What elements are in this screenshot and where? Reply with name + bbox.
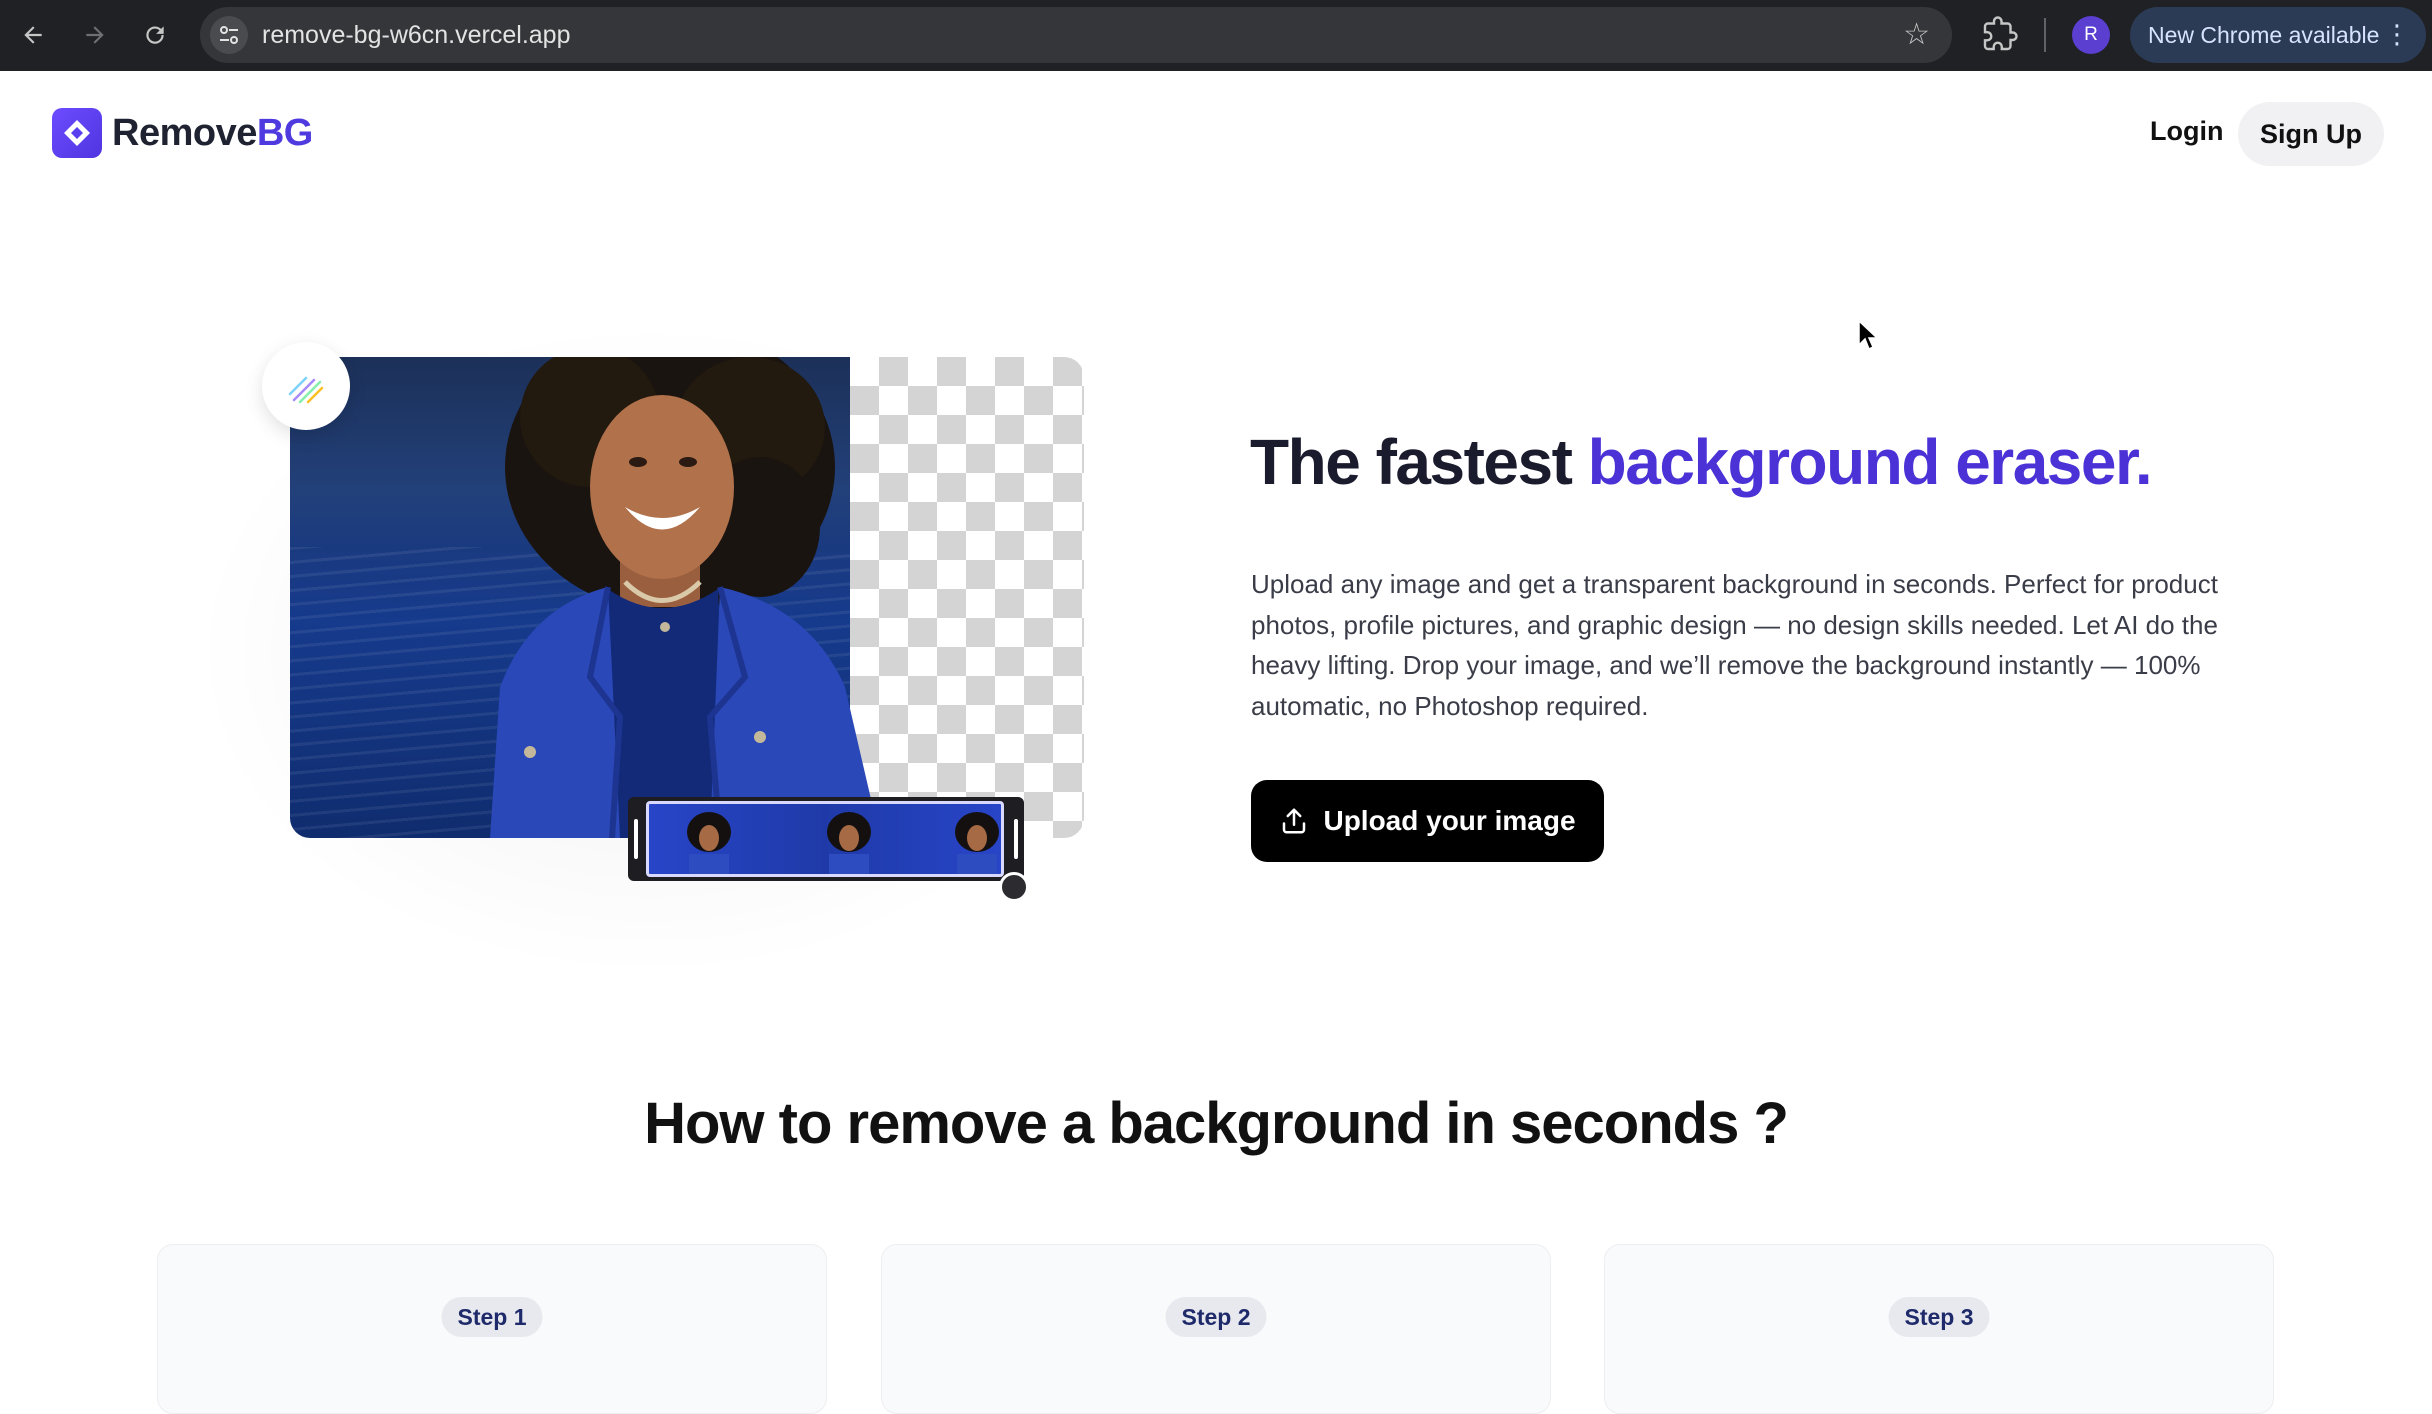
toolbar-divider	[2044, 18, 2046, 52]
hero-title-main: The fastest	[1250, 426, 1588, 498]
mouse-cursor-icon	[1858, 320, 1879, 351]
frame-thumbnail	[955, 812, 999, 874]
chrome-update-button[interactable]: New Chrome available ⋮	[2130, 7, 2426, 63]
timeline-handle-right	[1014, 819, 1018, 859]
extensions-icon[interactable]	[1982, 16, 2018, 57]
timeline-scrubber	[999, 872, 1029, 902]
timeline-frames	[646, 801, 1004, 877]
magic-wand-badge-icon	[262, 342, 350, 430]
hero-demo-image	[290, 357, 1084, 838]
more-vert-icon[interactable]: ⋮	[2384, 19, 2410, 50]
brand-part-bg: BG	[256, 112, 314, 154]
upload-image-button[interactable]: Upload your image	[1251, 780, 1604, 862]
step-card-1: Step 1	[157, 1244, 827, 1414]
frame-thumbnail	[687, 812, 731, 874]
hero-title: The fastest background eraser.	[1250, 424, 2153, 500]
brand-part-remove: Remove	[112, 112, 257, 154]
site-settings-icon[interactable]	[210, 16, 248, 54]
browser-toolbar: remove-bg-w6cn.vercel.app ☆ R New Chrome…	[0, 0, 2432, 71]
update-label: New Chrome available	[2148, 21, 2380, 48]
brand-wordmark[interactable]: RemoveBG	[112, 108, 313, 158]
timeline-handle-left	[634, 819, 638, 859]
frame-thumbnail	[827, 812, 871, 874]
hero-title-highlight: background eraser.	[1587, 426, 2153, 498]
smiling-woman-illustration	[490, 357, 880, 838]
forward-arrow-icon[interactable]	[74, 14, 116, 56]
step-card-2: Step 2	[881, 1244, 1551, 1414]
step-badge: Step 2	[1165, 1297, 1267, 1337]
signup-button[interactable]: Sign Up	[2238, 102, 2384, 166]
back-arrow-icon[interactable]	[12, 14, 54, 56]
address-bar[interactable]: remove-bg-w6cn.vercel.app ☆	[200, 7, 1952, 63]
upload-button-label: Upload your image	[1323, 805, 1576, 836]
login-link[interactable]: Login	[2150, 116, 2223, 147]
howto-heading: How to remove a background in seconds ?	[644, 1091, 1789, 1156]
profile-avatar[interactable]: R	[2072, 16, 2110, 54]
bookmark-star-icon[interactable]: ☆	[1903, 17, 1930, 52]
brand-logo-icon[interactable]	[52, 108, 102, 158]
step-badge: Step 1	[441, 1297, 543, 1337]
upload-icon	[1283, 808, 1306, 834]
step-badge: Step 3	[1888, 1297, 1990, 1337]
reload-icon[interactable]	[134, 14, 176, 56]
step-card-3: Step 3	[1604, 1244, 2274, 1414]
url-text[interactable]: remove-bg-w6cn.vercel.app	[262, 21, 570, 50]
hero-description: Upload any image and get a transparent b…	[1251, 569, 2218, 721]
video-timeline-strip	[628, 797, 1024, 881]
